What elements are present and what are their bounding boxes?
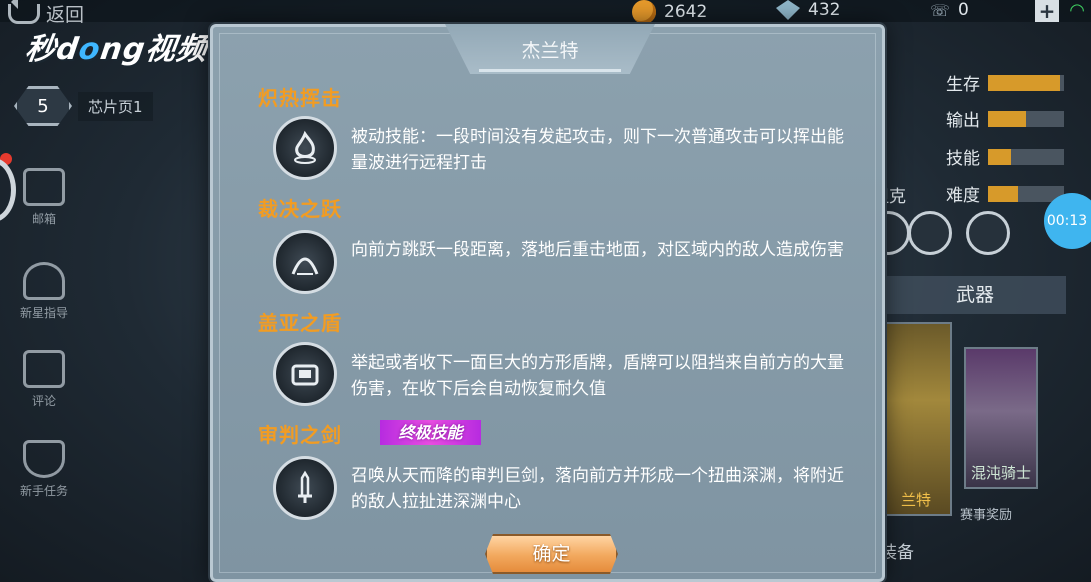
ticket-amount: 0: [958, 0, 969, 20]
recording-timer: 00:13: [1044, 193, 1091, 249]
reward-label: 赛事奖励: [960, 508, 1013, 523]
back-label: 返回: [46, 4, 85, 26]
skill-dialog: 杰兰特 炽热挥击 被动技能：一段时间没有发起攻击，则下一次普通攻击可以挥出能量波…: [210, 24, 885, 582]
ultimate-badge: 终极技能: [380, 420, 481, 445]
hero-skill-3-icon[interactable]: [908, 211, 952, 255]
nav-item-mail[interactable]: 邮箱: [14, 168, 74, 227]
nav-item-guide[interactable]: 新星指导: [14, 262, 74, 321]
wifi-icon: ◠: [1069, 0, 1085, 21]
add-currency-button[interactable]: +: [1035, 0, 1059, 22]
stat-difficulty: 难度: [946, 181, 1064, 206]
hero-card-jielante[interactable]: 兰特: [880, 322, 952, 516]
flame-icon: [273, 116, 337, 180]
ticket-icon: ☏: [930, 0, 951, 20]
skill-name-3: 盖亚之盾: [258, 311, 342, 335]
diamond-icon: [776, 0, 800, 20]
coin-icon: [632, 0, 656, 24]
skill-desc-2: 向前方跳跃一段距离，落地后重击地面，对区域内的敌人造成伤害: [351, 240, 844, 260]
skill-desc-4: 召唤从天而降的审判巨剑，落向前方并形成一个扭曲深渊，将附近的敌人拉扯进深渊中心: [351, 466, 844, 512]
top-bar: [0, 0, 1091, 22]
chip-level-badge: 5: [14, 86, 72, 126]
task-icon: [23, 440, 65, 478]
dialog-title: 杰兰特: [445, 24, 655, 74]
skill-desc-1: 被动技能：一段时间没有发起攻击，则下一次普通攻击可以挥出能量波进行远程打击: [351, 127, 844, 173]
back-button[interactable]: 返回: [8, 0, 84, 27]
coin-counter[interactable]: 2642: [632, 0, 707, 24]
chat-icon: [23, 350, 65, 388]
skill-name-4: 审判之剑: [258, 423, 342, 447]
gem-counter[interactable]: 432: [776, 0, 840, 20]
nav-item-comments[interactable]: 评论: [14, 350, 74, 409]
stat-skill: 技能: [946, 144, 1064, 169]
mail-icon: [23, 168, 65, 206]
guide-icon: [23, 262, 65, 300]
skill-desc-3: 举起或者收下一面巨大的方形盾牌，盾牌可以阻挡来自前方的大量伤害，在收下后会自动恢…: [351, 353, 844, 399]
chip-page-label: 芯片页1: [78, 91, 153, 121]
hero-card-chaos-knight[interactable]: 混沌骑士: [964, 347, 1038, 489]
back-arrow-icon: [8, 0, 40, 24]
skill-name-2: 裁决之跃: [258, 197, 342, 221]
equip-label: 装备: [880, 543, 914, 563]
confirm-button[interactable]: 确定: [485, 534, 618, 574]
gem-amount: 432: [808, 0, 841, 20]
shield-icon: [273, 342, 337, 406]
chip-page-selector[interactable]: 5 芯片页1: [14, 86, 153, 126]
coin-amount: 2642: [664, 2, 708, 22]
leap-icon: [273, 230, 337, 294]
watermark-logo: 秒dong视频: [23, 32, 210, 67]
hero-skill-4-icon[interactable]: [966, 211, 1010, 255]
skill-name-1: 炽热挥击: [258, 86, 342, 110]
ticket-counter[interactable]: ☏ 0: [930, 0, 969, 20]
nav-item-tasks[interactable]: 新手任务: [14, 440, 74, 499]
sword-icon: [273, 456, 337, 520]
stat-damage: 输出: [946, 106, 1064, 131]
tab-weapon[interactable]: 武器: [884, 276, 1066, 314]
stat-survival: 生存: [946, 70, 1064, 95]
